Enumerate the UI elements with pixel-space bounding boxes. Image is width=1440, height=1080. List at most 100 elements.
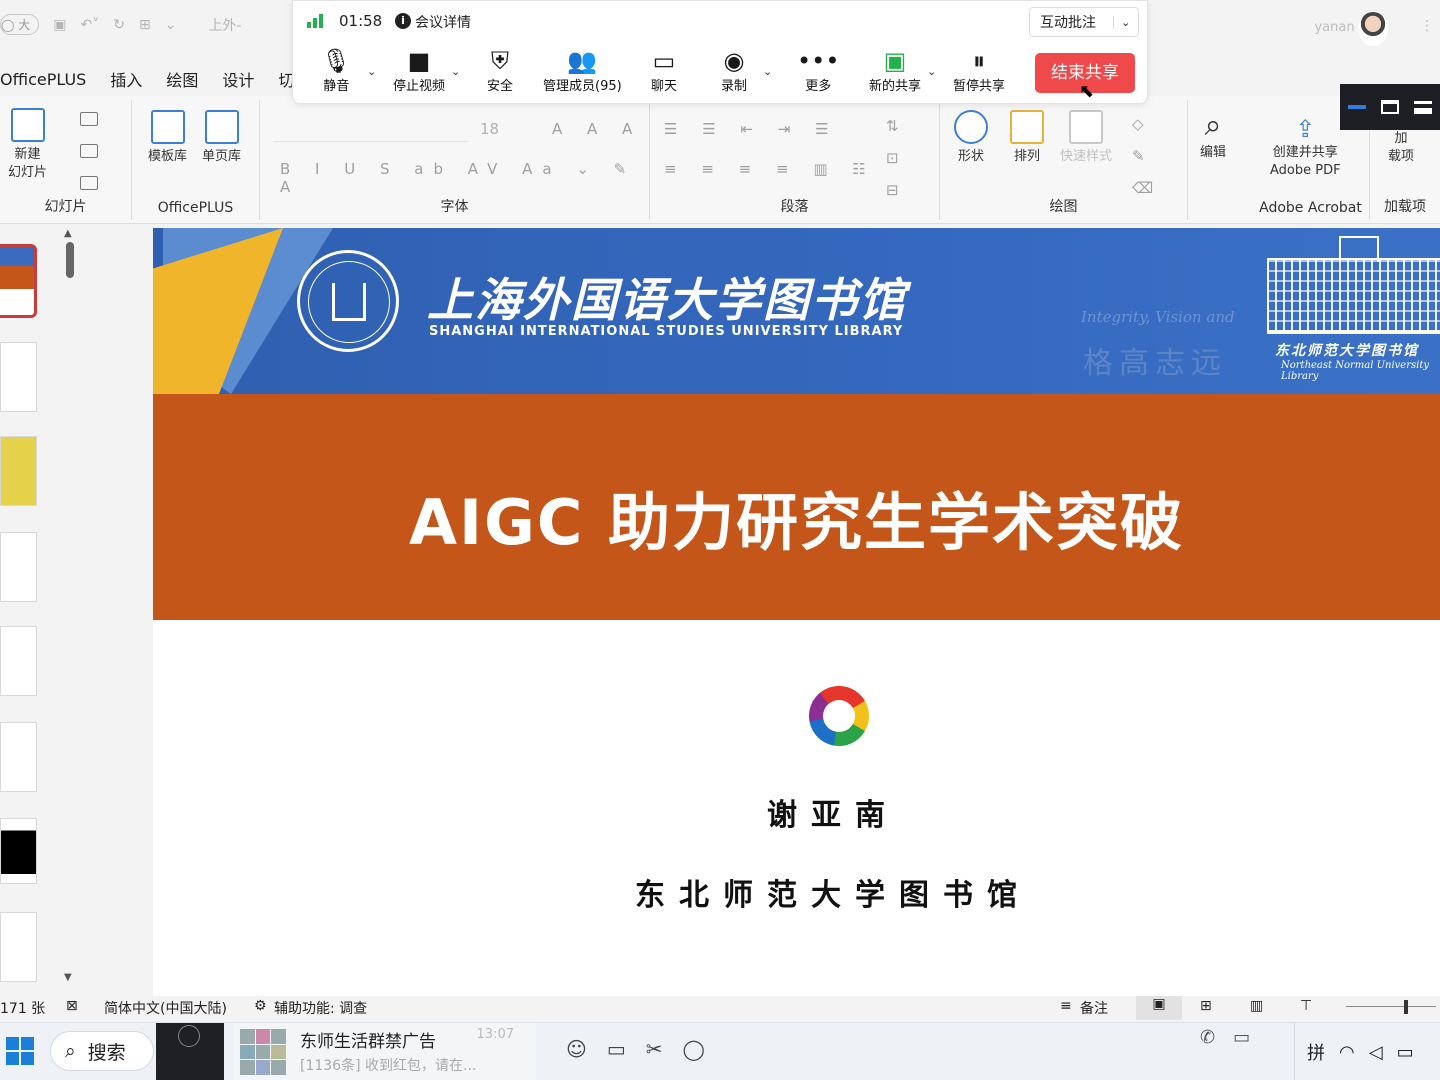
text-direction-icons[interactable]: ⇅ ⊡ ⊟: [886, 110, 899, 206]
edit-button[interactable]: ⌕ 编辑: [1200, 108, 1226, 162]
emoji-icon[interactable]: ☺: [566, 1037, 587, 1061]
new-slide-button[interactable]: 新建 幻灯片: [8, 108, 47, 182]
info-icon[interactable]: i: [395, 13, 411, 29]
chat-label: 聊天: [651, 79, 678, 94]
list-indent-icons[interactable]: ☰ ☰ ⇤ ⇥ ☰: [664, 120, 839, 138]
pause-share-button[interactable]: ⏸ 暂停共享: [953, 47, 1005, 94]
notes-icon: ≡: [1060, 998, 1072, 1014]
motto-cn: 格高志远: [1083, 346, 1227, 381]
scissors-icon[interactable]: ✂: [646, 1037, 663, 1061]
chevron-down-icon[interactable]: ⌄: [1112, 15, 1139, 29]
tab-officeplus[interactable]: OfficePLUS: [0, 70, 86, 89]
create-share-pdf-button[interactable]: ⇪ 创建并共享 Adobe PDF: [1270, 114, 1341, 180]
customize-qat-icon[interactable]: ⌄: [165, 17, 177, 33]
undo-icon[interactable]: ↶˅: [81, 17, 100, 33]
layout-icon[interactable]: [80, 112, 98, 126]
mute-options-chevron-icon[interactable]: ⌄: [367, 65, 376, 78]
redo-icon[interactable]: ↻: [113, 17, 125, 33]
scrollbar-thumb[interactable]: [66, 242, 74, 278]
section-icon[interactable]: [80, 176, 98, 190]
meeting-app-thumbnail[interactable]: [156, 1023, 224, 1080]
slide[interactable]: 上海外国语大学图书馆 SHANGHAI INTERNATIONAL STUDIE…: [153, 228, 1440, 996]
taskbar-search[interactable]: ⌕ 搜索: [50, 1031, 154, 1071]
volume-icon[interactable]: ◁: [1369, 1042, 1383, 1063]
reset-icon[interactable]: [80, 144, 98, 158]
language-status[interactable]: 简体中文(中国大陆): [104, 998, 227, 1018]
chat-button[interactable]: ▭ 聊天: [651, 47, 677, 94]
motto-en: Integrity, Vision and: [1081, 308, 1235, 326]
autosave-toggle[interactable]: ◯ 大: [0, 14, 40, 35]
scroll-down-icon[interactable]: ▼: [64, 972, 72, 983]
security-label: 安全: [487, 79, 514, 94]
slide-thumbnail[interactable]: [0, 244, 37, 318]
members-icon: 👥: [567, 47, 598, 75]
more-button[interactable]: ••• 更多: [797, 47, 839, 94]
chat-bubble-icon[interactable]: ◯: [683, 1037, 705, 1061]
scroll-up-icon[interactable]: ▲: [64, 228, 72, 239]
fill-outline-icons[interactable]: ◇ ✎ ⌫: [1132, 108, 1153, 204]
accessibility-status[interactable]: 辅助功能: 调查: [274, 998, 367, 1018]
slide-thumbnail[interactable]: [0, 912, 37, 982]
quick-style-button[interactable]: 快速样式: [1060, 110, 1112, 166]
pdf-share-icon: ⇪: [1295, 115, 1316, 143]
stop-video-button[interactable]: ■ 停止视频: [393, 47, 445, 94]
avatar[interactable]: [1358, 12, 1388, 46]
present-icon[interactable]: ⊞: [139, 17, 151, 33]
slide-thumbnail[interactable]: [0, 626, 37, 696]
security-button[interactable]: ⛨ 安全: [487, 47, 513, 94]
notes-button[interactable]: 备注: [1080, 998, 1108, 1018]
font-name-field[interactable]: [274, 118, 468, 142]
chat-notification[interactable]: 东师生活群禁广告 13:07 [1136条] 收到红包，请在...: [234, 1023, 536, 1080]
record-button[interactable]: ◉ 录制: [721, 47, 747, 94]
slide-thumbnail[interactable]: [0, 818, 37, 884]
meeting-duration: 01:58: [339, 12, 383, 30]
font-grow-shrink-icons[interactable]: A A A: [552, 120, 642, 138]
wifi-icon[interactable]: ◠: [1339, 1042, 1355, 1063]
tab-design[interactable]: 设计: [222, 67, 254, 91]
phone-icon[interactable]: ✆: [1200, 1027, 1215, 1048]
font-format-icons[interactable]: B I U S ab AV Aa ⌄ ✎ A: [280, 160, 649, 196]
window-icon[interactable]: [1380, 100, 1399, 114]
single-page-lib-button[interactable]: 单页库: [202, 110, 241, 166]
windows-start-icon[interactable]: [6, 1037, 34, 1065]
new-share-button[interactable]: ▣ 新的共享: [869, 47, 921, 94]
slide-thumbnail[interactable]: [0, 342, 37, 412]
font-size-field[interactable]: 18: [480, 120, 499, 138]
minimize-icon[interactable]: [1347, 105, 1366, 109]
manage-members-button[interactable]: 👥 管理成员(95): [543, 47, 622, 94]
arrange-button[interactable]: 排列: [1010, 110, 1044, 166]
spellcheck-icon[interactable]: ⊠: [66, 998, 78, 1014]
addins-button[interactable]: 加 载项: [1388, 130, 1414, 166]
menu-icon[interactable]: [1414, 100, 1433, 114]
zoom-slider[interactable]: [1346, 1006, 1436, 1007]
group-avatar: [240, 1029, 286, 1075]
group-edit: ⌕ 编辑: [1188, 100, 1252, 220]
tab-insert[interactable]: 插入: [110, 67, 142, 91]
share-options-chevron-icon[interactable]: ⌄: [927, 65, 936, 78]
save-icon[interactable]: ▣: [53, 17, 66, 33]
shape-button[interactable]: 形状: [954, 110, 988, 166]
mute-button[interactable]: 🎙 静音: [321, 47, 351, 94]
alignment-icons[interactable]: ≡ ≡ ≡ ≡ ▥ ☷: [664, 160, 876, 178]
template-lib-button[interactable]: 模板库: [148, 110, 187, 166]
ime-indicator[interactable]: 拼: [1307, 1039, 1325, 1065]
meeting-info-link[interactable]: 会议详情: [415, 12, 471, 32]
more-icon[interactable]: ⋮: [1420, 18, 1434, 34]
reading-view-icon[interactable]: ▥: [1250, 998, 1263, 1014]
zoom-slider-thumb[interactable]: [1404, 1000, 1408, 1014]
record-options-chevron-icon[interactable]: ⌄: [763, 65, 772, 78]
normal-view-icon[interactable]: ▣: [1136, 996, 1182, 1020]
accessibility-icon: ⚙: [254, 998, 267, 1014]
slide-thumbnail[interactable]: [0, 532, 37, 602]
library-seal-logo: [297, 250, 399, 352]
folder-icon[interactable]: ▭: [607, 1037, 626, 1061]
slide-thumbnail[interactable]: [0, 436, 37, 506]
annotate-dropdown[interactable]: 互动批注 ⌄: [1029, 7, 1139, 37]
slide-thumbnail[interactable]: [0, 722, 37, 792]
slideshow-view-icon[interactable]: ⊤: [1300, 998, 1312, 1014]
video-call-icon[interactable]: ▭: [1233, 1027, 1250, 1048]
battery-icon[interactable]: ▭: [1397, 1042, 1414, 1063]
video-options-chevron-icon[interactable]: ⌄: [451, 65, 460, 78]
sorter-view-icon[interactable]: ⊞: [1200, 998, 1212, 1014]
tab-draw[interactable]: 绘图: [166, 67, 198, 91]
